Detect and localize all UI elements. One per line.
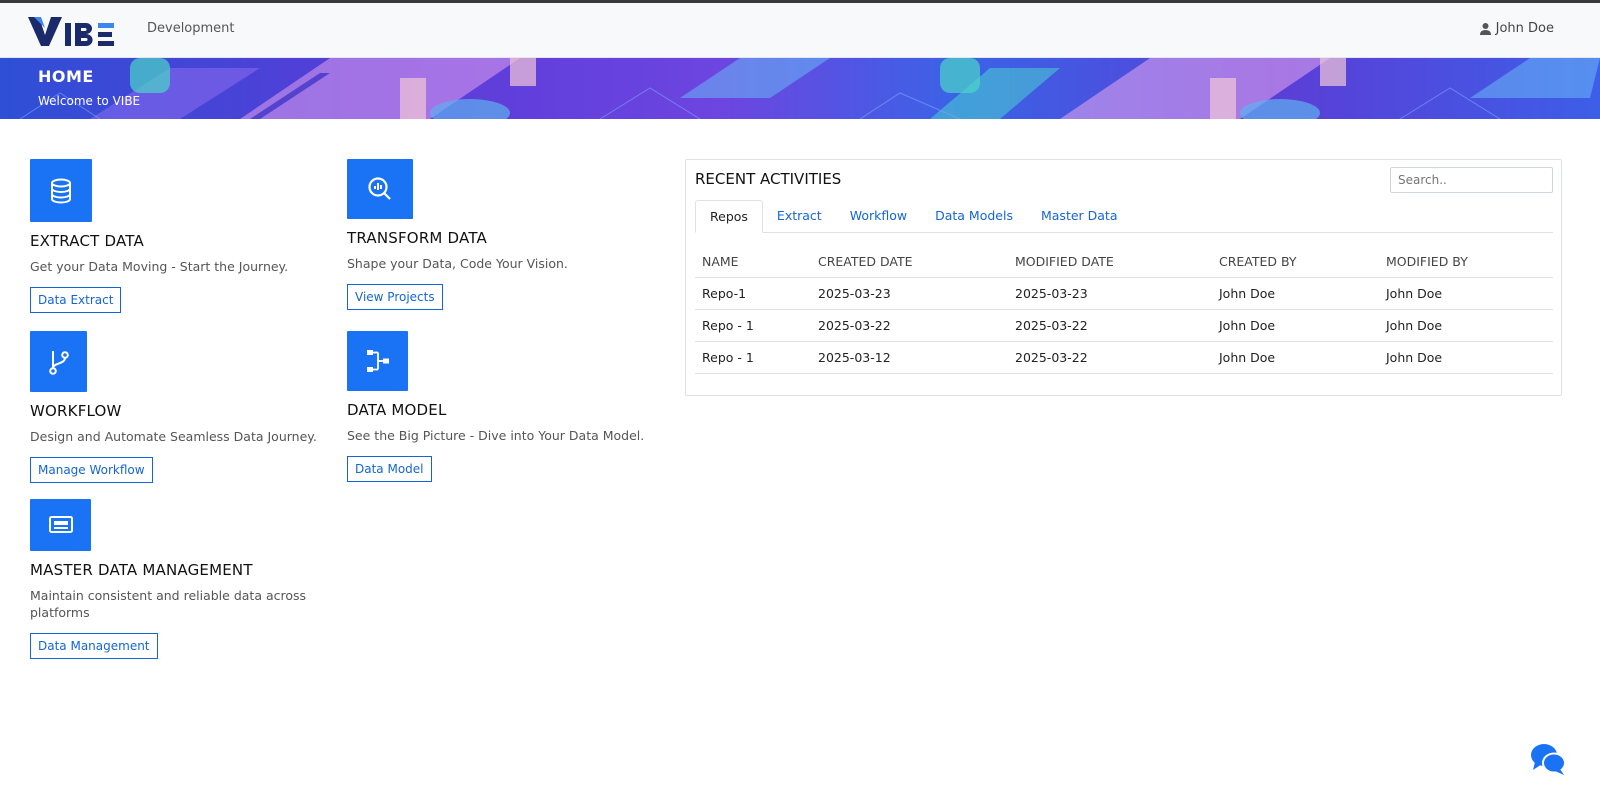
user-icon bbox=[1479, 22, 1491, 35]
page-title: HOME bbox=[38, 67, 94, 86]
data-model-tile bbox=[347, 331, 408, 391]
column-header-name[interactable]: NAME bbox=[695, 247, 811, 278]
cell-modified-date: 2025-03-22 bbox=[1008, 309, 1212, 342]
cell-created-by: John Doe bbox=[1212, 309, 1379, 342]
workflow-description: Design and Automate Seamless Data Journe… bbox=[30, 429, 317, 444]
environment-label[interactable]: Development bbox=[147, 21, 235, 36]
tab-workflow[interactable]: Workflow bbox=[836, 200, 921, 233]
view-projects-button[interactable]: View Projects bbox=[347, 284, 443, 310]
navbar: Development John Doe bbox=[0, 3, 1600, 58]
cell-created-date: 2025-03-23 bbox=[811, 277, 1008, 310]
table-row[interactable]: Repo - 1 2025-03-12 2025-03-22 John Doe … bbox=[695, 341, 1553, 374]
tab-repos[interactable]: Repos bbox=[695, 200, 763, 233]
column-header-modified-date[interactable]: MODIFIED DATE bbox=[1008, 247, 1212, 278]
tab-extract[interactable]: Extract bbox=[763, 200, 836, 233]
column-header-created-date[interactable]: CREATED DATE bbox=[811, 247, 1008, 278]
data-extract-button[interactable]: Data Extract bbox=[30, 287, 122, 313]
tab-master-data[interactable]: Master Data bbox=[1027, 200, 1132, 233]
hierarchy-icon bbox=[366, 350, 389, 372]
cell-created-by: John Doe bbox=[1212, 341, 1379, 374]
cell-name: Repo-1 bbox=[695, 277, 811, 310]
cell-created-by: John Doe bbox=[1212, 277, 1379, 310]
user-menu[interactable]: John Doe bbox=[1479, 21, 1554, 36]
transform-description: Shape your Data, Code Your Vision. bbox=[347, 256, 568, 271]
transform-tile bbox=[347, 159, 413, 219]
search-chart-icon bbox=[368, 177, 391, 200]
search-input[interactable] bbox=[1390, 167, 1553, 193]
vibe-logo[interactable] bbox=[28, 13, 116, 47]
data-model-description: See the Big Picture - Dive into Your Dat… bbox=[347, 428, 645, 443]
extract-data-card: EXTRACT DATA Get your Data Moving - Star… bbox=[30, 159, 288, 313]
extract-tile bbox=[30, 159, 92, 222]
cell-created-date: 2025-03-22 bbox=[811, 309, 1008, 342]
workflow-tile bbox=[30, 331, 87, 392]
master-data-tile bbox=[30, 499, 91, 551]
column-header-created-by[interactable]: CREATED BY bbox=[1212, 247, 1379, 278]
recent-activities-title: RECENT ACTIVITIES bbox=[695, 170, 842, 188]
transform-data-card: TRANSFORM DATA Shape your Data, Code You… bbox=[347, 159, 568, 310]
user-name: John Doe bbox=[1495, 21, 1554, 36]
master-data-description: Maintain consistent and reliable data ac… bbox=[30, 588, 307, 620]
activities-table: NAME CREATED DATE MODIFIED DATE CREATED … bbox=[695, 247, 1553, 374]
chat-bubbles-icon[interactable] bbox=[1530, 742, 1566, 776]
git-branch-icon bbox=[48, 350, 69, 375]
cell-modified-date: 2025-03-22 bbox=[1008, 341, 1212, 374]
database-icon bbox=[51, 178, 71, 204]
cell-modified-date: 2025-03-23 bbox=[1008, 277, 1212, 310]
cell-name: Repo - 1 bbox=[695, 341, 811, 374]
banner-illustration bbox=[19, 58, 1600, 119]
tab-data-models[interactable]: Data Models bbox=[921, 200, 1027, 233]
data-model-title: DATA MODEL bbox=[347, 401, 447, 419]
cell-modified-by: John Doe bbox=[1379, 309, 1553, 342]
manage-workflow-button[interactable]: Manage Workflow bbox=[30, 457, 153, 483]
workflow-title: WORKFLOW bbox=[30, 402, 122, 420]
table-header-row: NAME CREATED DATE MODIFIED DATE CREATED … bbox=[695, 247, 1553, 278]
workflow-card: WORKFLOW Design and Automate Seamless Da… bbox=[30, 331, 317, 483]
master-data-title: MASTER DATA MANAGEMENT bbox=[30, 561, 253, 579]
activity-tabs: Repos Extract Workflow Data Models Maste… bbox=[695, 200, 1553, 233]
recent-activities-panel: RECENT ACTIVITIES Repos Extract Workflow… bbox=[685, 159, 1562, 396]
table-row[interactable]: Repo - 1 2025-03-22 2025-03-22 John Doe … bbox=[695, 309, 1553, 342]
extract-description: Get your Data Moving - Start the Journey… bbox=[30, 259, 289, 274]
cell-name: Repo - 1 bbox=[695, 309, 811, 342]
data-model-card: DATA MODEL See the Big Picture - Dive in… bbox=[347, 331, 644, 482]
master-data-card: MASTER DATA MANAGEMENT Maintain consiste… bbox=[30, 499, 320, 659]
transform-title: TRANSFORM DATA bbox=[347, 229, 487, 247]
column-header-modified-by[interactable]: MODIFIED BY bbox=[1379, 247, 1553, 278]
extract-title: EXTRACT DATA bbox=[30, 232, 144, 250]
cell-modified-by: John Doe bbox=[1379, 277, 1553, 310]
cell-created-date: 2025-03-12 bbox=[811, 341, 1008, 374]
page-subtitle: Welcome to VIBE bbox=[38, 94, 141, 108]
card-icon bbox=[48, 516, 73, 533]
cell-modified-by: John Doe bbox=[1379, 341, 1553, 374]
data-model-button[interactable]: Data Model bbox=[347, 456, 432, 482]
data-management-button[interactable]: Data Management bbox=[30, 633, 158, 659]
table-row[interactable]: Repo-1 2025-03-23 2025-03-23 John Doe Jo… bbox=[695, 277, 1553, 310]
page-banner: HOME Welcome to VIBE bbox=[0, 58, 1600, 119]
